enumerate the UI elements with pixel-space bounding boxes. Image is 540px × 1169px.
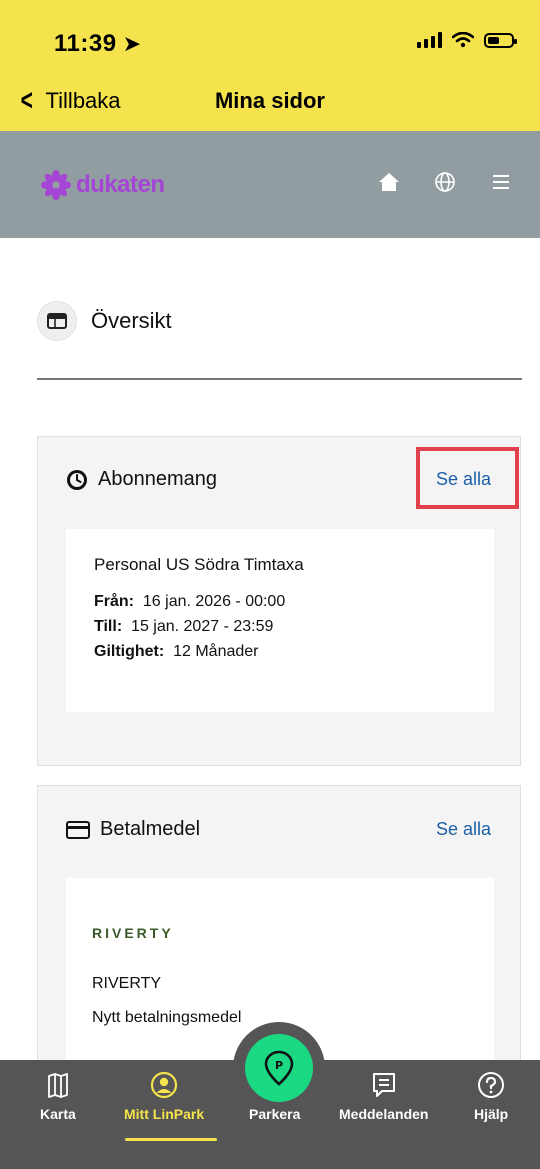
- tab-help[interactable]: Hjälp: [474, 1070, 508, 1122]
- payment-title: Betalmedel: [100, 818, 201, 840]
- subscription-card: Abonnemang Se alla Personal US Södra Tim…: [37, 436, 521, 766]
- overview-icon-badge: [37, 301, 77, 341]
- brand-bar: dukaten: [0, 131, 540, 238]
- map-icon: [47, 1073, 68, 1098]
- user-icon: [150, 1071, 178, 1099]
- clock-icon: [67, 469, 87, 490]
- help-icon: [478, 1072, 505, 1098]
- tab-messages[interactable]: Meddelanden: [339, 1070, 428, 1122]
- menu-icon[interactable]: [490, 171, 512, 193]
- overview-label: Översikt: [91, 308, 172, 333]
- tab-label: Mitt LinPark: [124, 1106, 205, 1122]
- validity-value: 12 Månader: [173, 643, 259, 660]
- overview-divider: [37, 378, 522, 380]
- brand-logo[interactable]: dukaten: [40, 169, 165, 201]
- message-icon: [372, 1073, 395, 1097]
- tab-label: Meddelanden: [339, 1106, 429, 1122]
- status-time: 11:39 ➤: [54, 30, 142, 58]
- cellular-signal-icon: [417, 32, 442, 48]
- subscription-to-row: Till: 15 jan. 2027 - 23:59: [94, 618, 273, 636]
- brand-actions: [378, 171, 512, 193]
- from-value: 16 jan. 2026 - 00:00: [142, 593, 286, 610]
- overview-heading: Översikt: [37, 301, 172, 341]
- active-tab-indicator: [125, 1138, 217, 1141]
- tab-mitt-linpark[interactable]: Mitt LinPark: [124, 1070, 204, 1122]
- tab-label: Parkera: [249, 1106, 301, 1122]
- tab-label: Hjälp: [474, 1106, 509, 1122]
- payment-see-all-link[interactable]: Se alla: [436, 819, 491, 840]
- payment-method-name: RIVERTY: [92, 975, 162, 992]
- tab-label: Karta: [40, 1106, 76, 1122]
- subscription-title: Abonnemang: [98, 468, 217, 490]
- flower-logo-icon: [41, 170, 71, 200]
- subscription-name: Personal US Södra Timtaxa: [94, 555, 304, 574]
- payment-card-header: Betalmedel: [66, 818, 200, 841]
- from-label: Från:: [94, 593, 134, 610]
- to-label: Till:: [94, 618, 123, 635]
- subscription-from-row: Från: 16 jan. 2026 - 00:00: [94, 593, 285, 611]
- wifi-icon: [452, 32, 474, 48]
- subscription-validity-row: Giltighet: 12 Månader: [94, 643, 259, 661]
- credit-card-icon: [66, 820, 90, 839]
- brand-name: dukaten: [76, 171, 165, 198]
- page-title: Mina sidor: [214, 88, 325, 113]
- parking-pin-icon: P: [264, 1050, 294, 1086]
- parkera-button[interactable]: P: [245, 1034, 313, 1102]
- home-icon[interactable]: [378, 171, 400, 193]
- svg-text:P: P: [275, 1059, 283, 1072]
- status-time-text: 11:39: [54, 30, 117, 57]
- payment-method-subtitle: Nytt betalningsmedel: [92, 1009, 242, 1026]
- status-icons: [417, 32, 517, 48]
- tab-map[interactable]: Karta: [40, 1070, 76, 1122]
- subscription-card-header: Abonnemang: [66, 468, 217, 491]
- to-value: 15 jan. 2027 - 23:59: [131, 618, 274, 635]
- validity-label: Giltighet:: [94, 643, 165, 660]
- location-arrow-icon: ➤: [122, 31, 142, 56]
- globe-icon[interactable]: [434, 171, 456, 193]
- subscription-item[interactable]: Personal US Södra Timtaxa Från: 16 jan. …: [66, 529, 494, 712]
- subscription-see-all-link[interactable]: Se alla: [436, 469, 491, 490]
- battery-icon: [484, 32, 517, 48]
- dashboard-icon: [47, 313, 67, 329]
- riverty-logo: RIVERTY: [92, 925, 174, 941]
- status-and-nav-bar: 11:39 ➤ < Tillbaka Mina sidor: [0, 0, 540, 131]
